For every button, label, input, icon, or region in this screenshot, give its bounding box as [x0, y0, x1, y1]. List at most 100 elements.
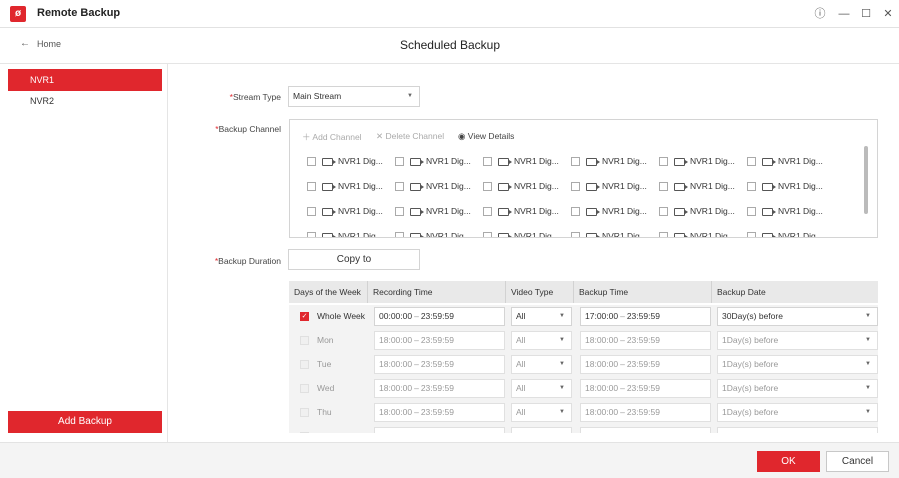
- minimize-icon[interactable]: —: [836, 6, 852, 22]
- ok-button[interactable]: OK: [757, 451, 820, 472]
- info-icon[interactable]: ⓘ: [812, 6, 828, 22]
- recording-time-input[interactable]: 18:00:00–23:59:59: [374, 403, 505, 422]
- checkbox-icon[interactable]: [307, 232, 316, 237]
- channel-item[interactable]: NVR1 Dig...: [483, 156, 571, 172]
- backup-time-input[interactable]: 18:00:00–23:59:59: [580, 355, 711, 374]
- checkbox-icon[interactable]: [659, 232, 668, 237]
- channel-item[interactable]: NVR1 Dig...: [571, 231, 659, 237]
- channel-item[interactable]: NVR1 Dig...: [571, 156, 659, 172]
- checkbox-icon[interactable]: [747, 157, 756, 167]
- checkbox-icon[interactable]: [483, 182, 492, 192]
- day-checkbox[interactable]: ✓: [300, 312, 309, 321]
- recording-time-input[interactable]: 18:00:00–23:59:59: [374, 427, 505, 433]
- close-icon[interactable]: ✕: [880, 6, 896, 22]
- stream-type-select[interactable]: Main Stream ▼: [288, 86, 420, 107]
- recording-time-input[interactable]: 18:00:00–23:59:59: [374, 355, 505, 374]
- video-type-select[interactable]: All▼: [511, 379, 572, 398]
- checkbox-icon[interactable]: [747, 182, 756, 192]
- back-arrow-icon[interactable]: ←: [20, 38, 30, 49]
- video-type-select[interactable]: All▼: [511, 403, 572, 422]
- camera-icon: [762, 232, 776, 237]
- checkbox-icon[interactable]: [395, 207, 404, 217]
- channel-item[interactable]: NVR1 Dig...: [395, 156, 483, 172]
- recording-time-input[interactable]: 18:00:00–23:59:59: [374, 331, 505, 350]
- view-details-button[interactable]: ◉ View Details: [458, 131, 514, 142]
- channel-item[interactable]: NVR1 Dig...: [747, 181, 835, 197]
- backup-date-select[interactable]: 1Day(s) before▼: [717, 379, 878, 398]
- checkbox-icon[interactable]: [483, 207, 492, 217]
- channel-item[interactable]: NVR1 Dig...: [747, 156, 835, 172]
- backup-time-input[interactable]: 18:00:00–23:59:59: [580, 379, 711, 398]
- channel-item[interactable]: NVR1 Dig...: [659, 206, 747, 222]
- checkbox-icon[interactable]: [307, 182, 316, 192]
- checkbox-icon[interactable]: [659, 157, 668, 167]
- channel-item[interactable]: NVR1 Dig...: [483, 206, 571, 222]
- channel-item[interactable]: NVR1 Dig...: [747, 206, 835, 222]
- video-type-select[interactable]: All▼: [511, 331, 572, 350]
- sidebar-item-nvr2[interactable]: NVR2: [8, 90, 162, 112]
- backup-time-input[interactable]: 17:00:00–23:59:59: [580, 307, 711, 326]
- day-checkbox[interactable]: [300, 432, 309, 433]
- channel-item[interactable]: NVR1 Dig...: [483, 181, 571, 197]
- video-type-select[interactable]: All▼: [511, 355, 572, 374]
- channel-item[interactable]: NVR1 Dig...: [307, 156, 395, 172]
- backup-date-select[interactable]: 1Day(s) before▼: [717, 355, 878, 374]
- channel-item[interactable]: NVR1 Dig...: [307, 231, 395, 237]
- checkbox-icon[interactable]: [747, 232, 756, 237]
- channel-item[interactable]: NVR1 Dig...: [747, 231, 835, 237]
- header-backup-time: Backup Time: [573, 281, 711, 303]
- recording-time-input[interactable]: 00:00:00–23:59:59: [374, 307, 505, 326]
- day-checkbox[interactable]: [300, 408, 309, 417]
- home-link[interactable]: Home: [37, 39, 61, 49]
- cancel-button[interactable]: Cancel: [826, 451, 889, 472]
- video-type-select[interactable]: All▼: [511, 307, 572, 326]
- day-checkbox[interactable]: [300, 384, 309, 393]
- checkbox-icon[interactable]: [571, 232, 580, 237]
- recording-time-input[interactable]: 18:00:00–23:59:59: [374, 379, 505, 398]
- sidebar-item-nvr1[interactable]: NVR1: [8, 69, 162, 91]
- checkbox-icon[interactable]: [747, 207, 756, 217]
- checkbox-icon[interactable]: [571, 207, 580, 217]
- checkbox-icon[interactable]: [483, 157, 492, 167]
- chevron-down-icon: ▼: [865, 409, 871, 415]
- day-checkbox[interactable]: [300, 336, 309, 345]
- day-checkbox[interactable]: [300, 360, 309, 369]
- maximize-icon[interactable]: ☐: [858, 6, 874, 22]
- channel-item[interactable]: NVR1 Dig...: [571, 206, 659, 222]
- video-type-select[interactable]: All▼: [511, 427, 572, 433]
- backup-date-select[interactable]: 1Day(s) before▼: [717, 403, 878, 422]
- chevron-down-icon: ▼: [559, 409, 565, 415]
- backup-date-select[interactable]: 30Day(s) before ▼: [717, 307, 878, 326]
- checkbox-icon[interactable]: [659, 207, 668, 217]
- channel-item[interactable]: NVR1 Dig...: [483, 231, 571, 237]
- camera-icon: [498, 232, 512, 237]
- copy-to-button[interactable]: Copy to: [288, 249, 420, 270]
- checkbox-icon[interactable]: [395, 232, 404, 237]
- channel-item[interactable]: NVR1 Dig...: [659, 231, 747, 237]
- checkbox-icon[interactable]: [307, 157, 316, 167]
- channel-item[interactable]: NVR1 Dig...: [395, 181, 483, 197]
- checkbox-icon[interactable]: [395, 157, 404, 167]
- backup-time-input[interactable]: 18:00:00–23:59:59: [580, 403, 711, 422]
- add-backup-button[interactable]: Add Backup: [8, 411, 162, 433]
- camera-icon: [586, 232, 600, 237]
- checkbox-icon[interactable]: [307, 207, 316, 217]
- backup-time-input[interactable]: 18:00:00–23:59:59: [580, 331, 711, 350]
- channel-item[interactable]: NVR1 Dig...: [307, 206, 395, 222]
- checkbox-icon[interactable]: [571, 157, 580, 167]
- channel-scrollbar[interactable]: [864, 146, 868, 214]
- checkbox-icon[interactable]: [483, 232, 492, 237]
- channel-item[interactable]: NVR1 Dig...: [395, 231, 483, 237]
- channel-item[interactable]: NVR1 Dig...: [571, 181, 659, 197]
- camera-icon: [498, 157, 512, 166]
- checkbox-icon[interactable]: [659, 182, 668, 192]
- channel-item[interactable]: NVR1 Dig...: [395, 206, 483, 222]
- backup-date-select[interactable]: 1Day(s) before▼: [717, 331, 878, 350]
- backup-time-input[interactable]: 18:00:00–23:59:59: [580, 427, 711, 433]
- channel-item[interactable]: NVR1 Dig...: [659, 181, 747, 197]
- checkbox-icon[interactable]: [571, 182, 580, 192]
- channel-item[interactable]: NVR1 Dig...: [659, 156, 747, 172]
- checkbox-icon[interactable]: [395, 182, 404, 192]
- channel-item[interactable]: NVR1 Dig...: [307, 181, 395, 197]
- backup-date-select[interactable]: 1Day(s) before▼: [717, 427, 878, 433]
